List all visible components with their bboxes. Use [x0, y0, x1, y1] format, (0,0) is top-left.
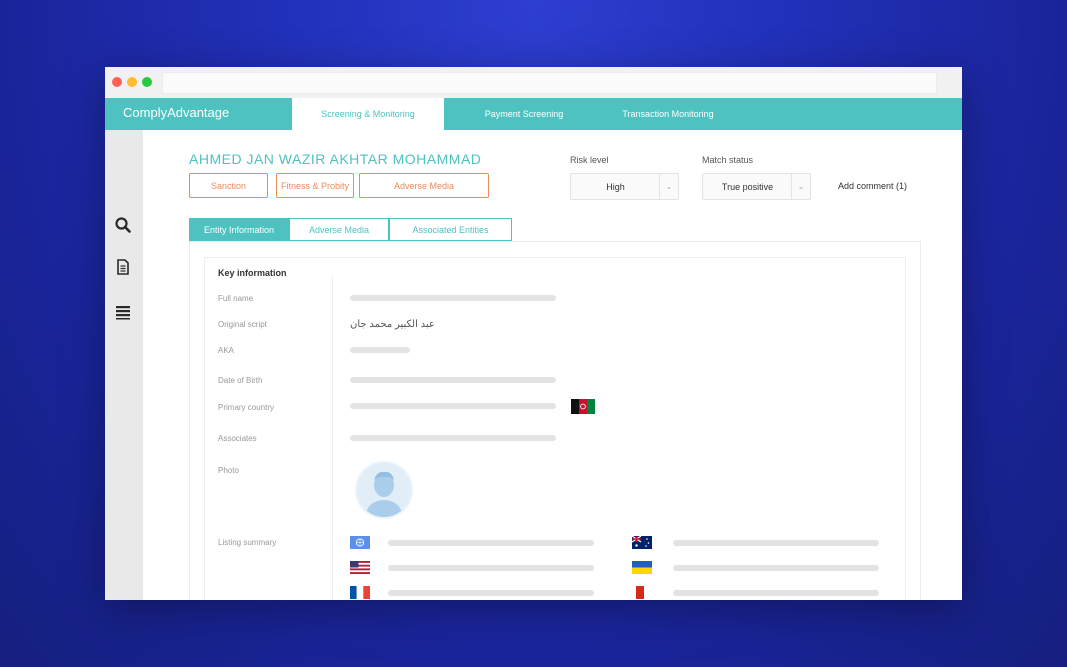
maximize-window-dot[interactable] — [142, 77, 152, 87]
key-information-title: Key information — [218, 268, 287, 278]
tag-sanction[interactable]: Sanction — [189, 173, 268, 198]
france-flag-icon — [350, 586, 370, 599]
match-status-label: Match status — [702, 155, 754, 165]
original-script-label: Original script — [218, 320, 267, 329]
full-name-value-placeholder — [350, 295, 556, 301]
document-icon[interactable] — [114, 258, 132, 276]
entity-panel: Key information Full name Original scrip… — [189, 241, 921, 600]
tag-adverse-media[interactable]: Adverse Media — [359, 173, 489, 198]
browser-chrome — [105, 67, 962, 99]
listing-ua-placeholder — [673, 565, 879, 571]
brand-logo: ComplyAdvantage — [123, 105, 230, 120]
match-status-value: True positive — [721, 181, 774, 192]
tab-associated-entities[interactable]: Associated Entities — [389, 218, 512, 241]
left-sidebar — [105, 130, 143, 600]
list-icon[interactable] — [114, 303, 132, 321]
afghanistan-flag-icon — [571, 399, 595, 414]
aka-value-placeholder — [350, 347, 410, 353]
listing-au-placeholder — [673, 540, 879, 546]
minimize-window-dot[interactable] — [127, 77, 137, 87]
tab-screening-monitoring[interactable]: Screening & Monitoring — [292, 98, 444, 130]
chevron-down-icon: ⌄ — [659, 174, 678, 199]
associates-value-placeholder — [350, 435, 556, 441]
close-window-dot[interactable] — [112, 77, 122, 87]
usa-flag-icon — [350, 561, 370, 574]
un-flag-icon — [350, 536, 370, 549]
match-status-select[interactable]: True positive ⌄ — [702, 173, 811, 200]
original-script-value: عبد الكبير محمد جان — [350, 319, 435, 330]
aka-label: AKA — [218, 346, 235, 355]
tab-transaction-monitoring[interactable]: Transaction Monitoring — [603, 98, 733, 130]
address-bar[interactable] — [162, 72, 937, 94]
key-information-card: Key information Full name Original scrip… — [204, 257, 906, 600]
listing-other-placeholder — [673, 590, 879, 596]
chevron-down-icon: ⌄ — [791, 174, 810, 199]
associates-label: Associates — [218, 434, 257, 443]
date-of-birth-label: Date of Birth — [218, 376, 263, 385]
tab-adverse-media[interactable]: Adverse Media — [289, 218, 389, 241]
australia-flag-icon — [632, 536, 652, 549]
country-flag-icon — [632, 586, 652, 599]
tab-entity-information[interactable]: Entity Information — [189, 218, 289, 241]
listing-summary-label: Listing summary — [218, 538, 277, 547]
listing-us-placeholder — [388, 565, 594, 571]
photo-label: Photo — [218, 466, 239, 475]
search-icon[interactable] — [114, 216, 132, 234]
top-navigation-bar: ComplyAdvantage Screening & Monitoring P… — [105, 98, 962, 130]
primary-country-label: Primary country — [218, 403, 275, 412]
tag-fitness-probity[interactable]: Fitness & Probity — [276, 173, 354, 198]
full-name-label: Full name — [218, 294, 254, 303]
listing-fr-placeholder — [388, 590, 594, 596]
entity-name: AHMED JAN WAZIR AKHTAR MOHAMMAD — [189, 151, 482, 167]
risk-level-value: High — [606, 181, 625, 192]
risk-level-label: Risk level — [570, 155, 609, 165]
browser-window: ComplyAdvantage Screening & Monitoring P… — [105, 67, 962, 600]
primary-country-value-placeholder — [350, 403, 556, 409]
ukraine-flag-icon — [632, 561, 652, 574]
risk-level-select[interactable]: High ⌄ — [570, 173, 679, 200]
add-comment-link[interactable]: Add comment (1) — [838, 181, 907, 191]
listing-un-placeholder — [388, 540, 594, 546]
avatar-placeholder-icon — [355, 461, 413, 519]
column-divider — [332, 276, 333, 600]
main-content: AHMED JAN WAZIR AKHTAR MOHAMMAD Sanction… — [143, 130, 962, 600]
tab-payment-screening[interactable]: Payment Screening — [459, 98, 589, 130]
dob-value-placeholder — [350, 377, 556, 383]
